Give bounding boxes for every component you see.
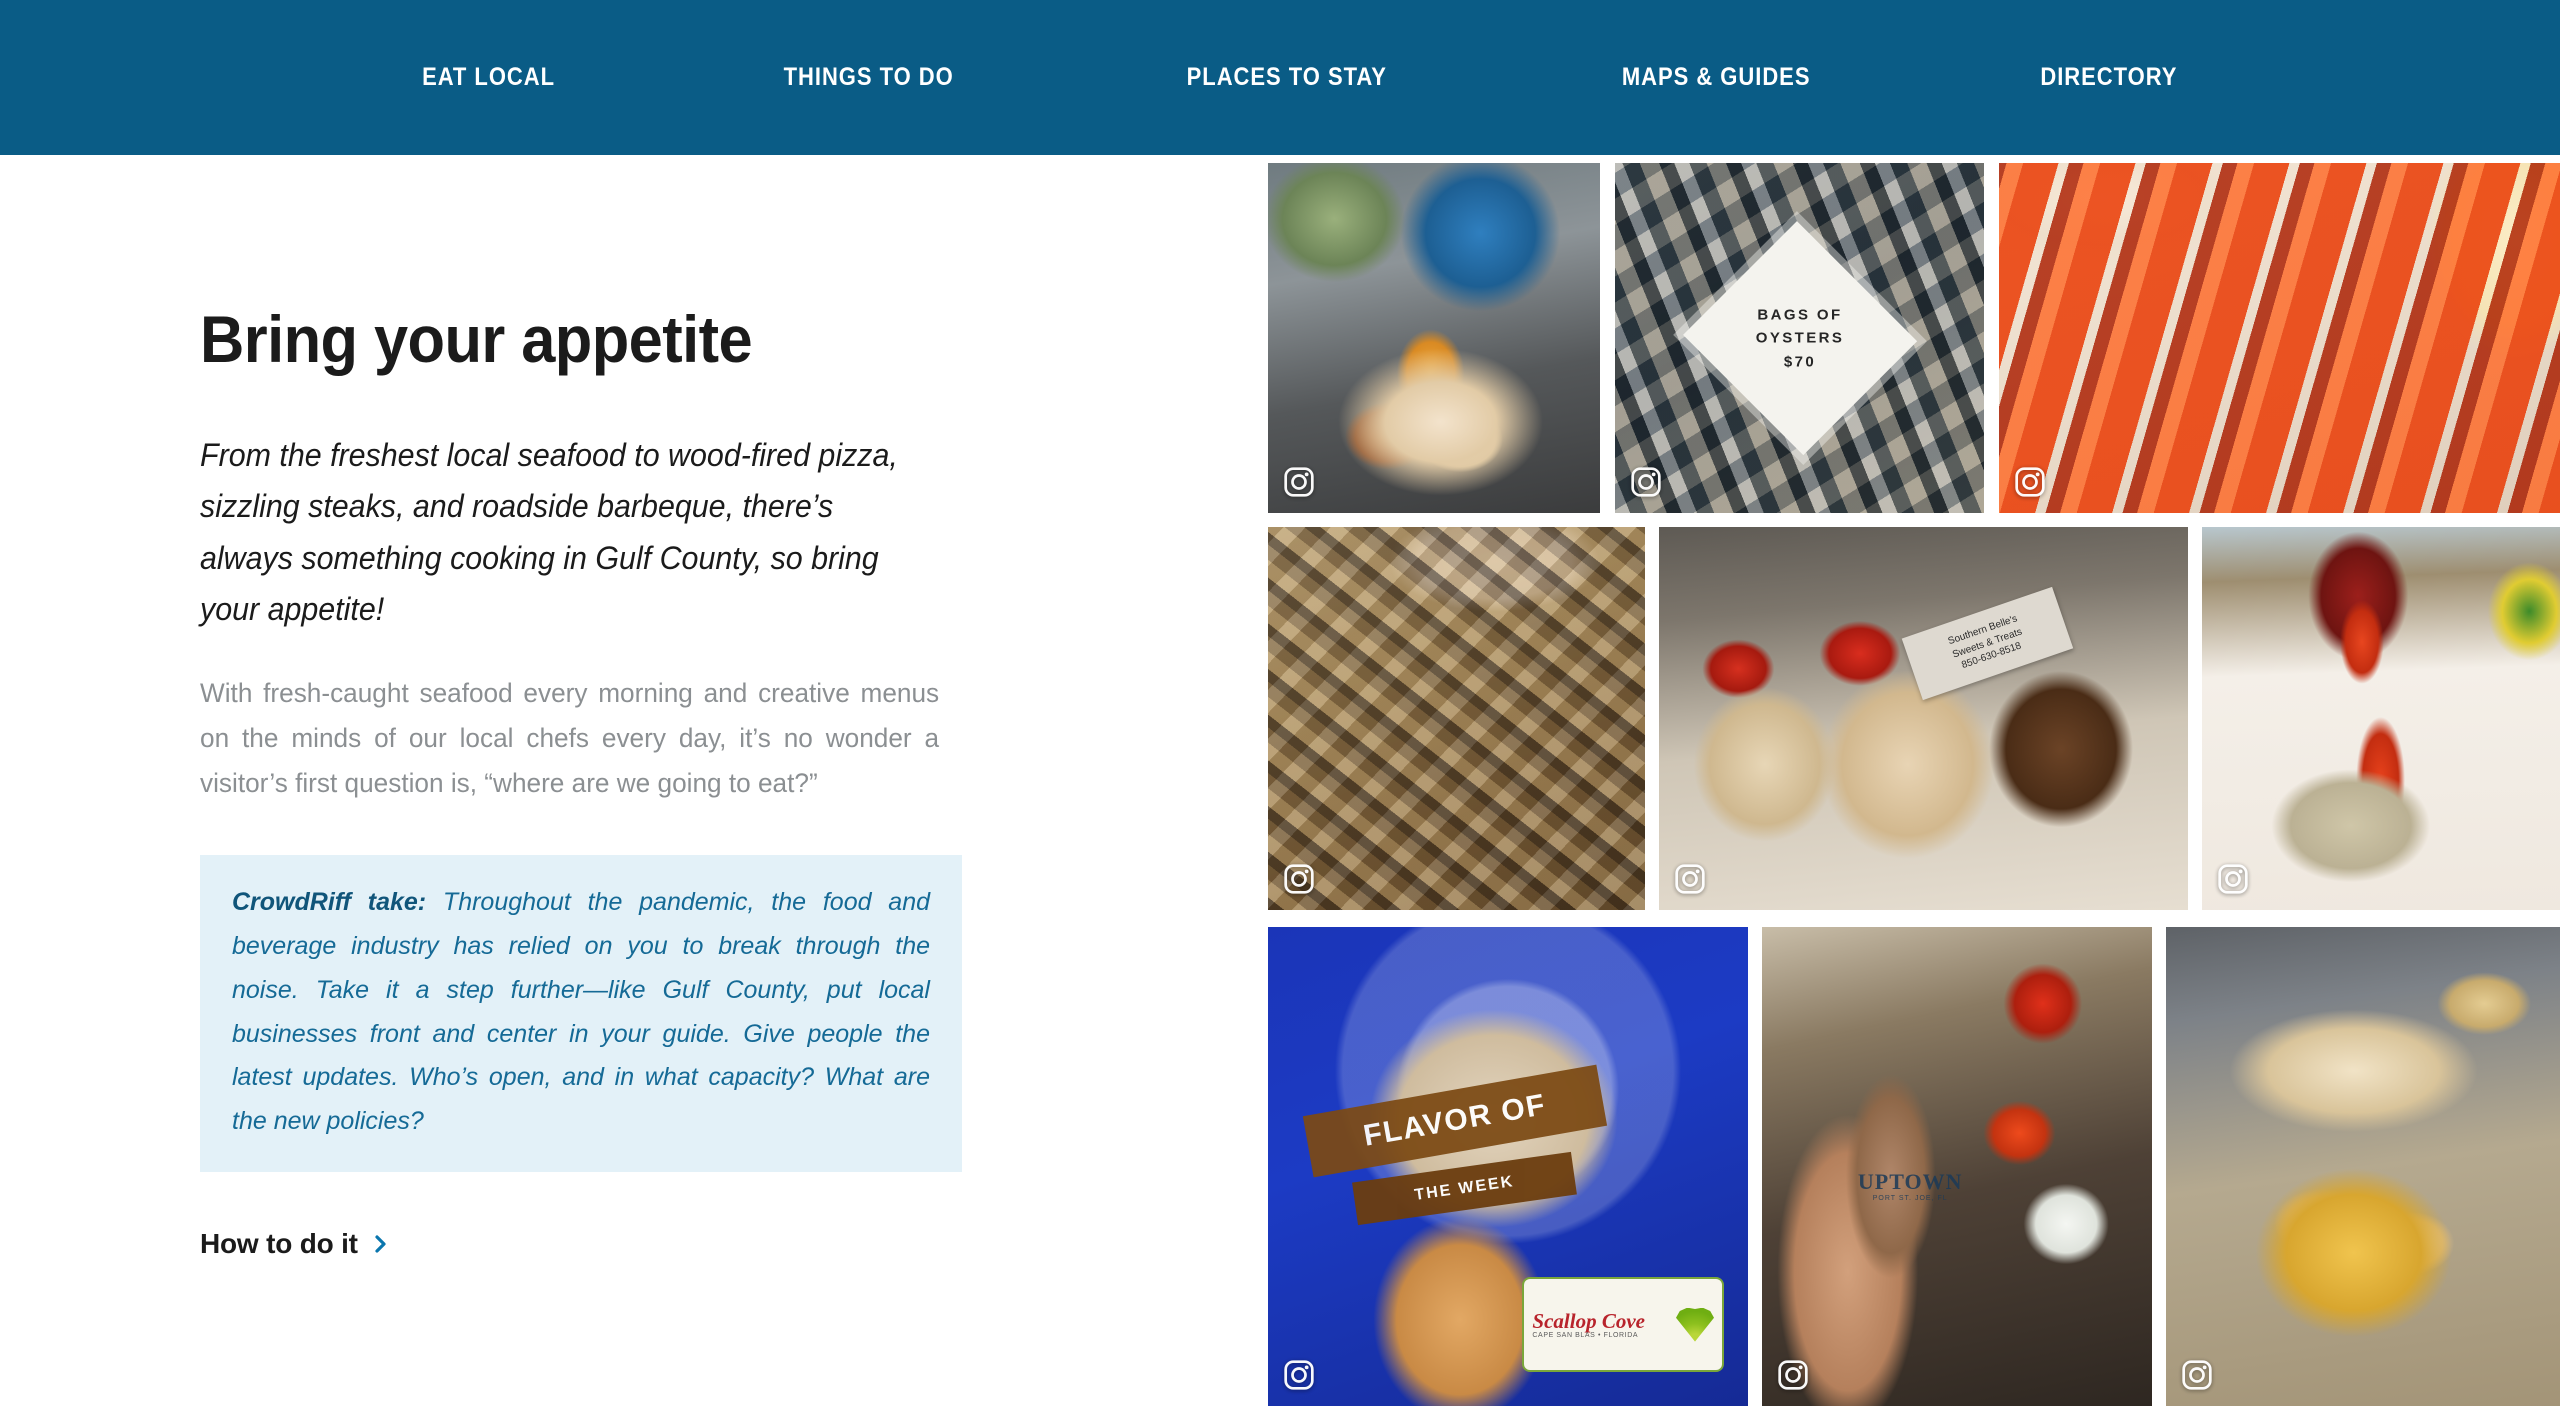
nav-item-places-to-stay[interactable]: PLACES TO STAY xyxy=(1187,65,1387,90)
photo-baked-oysters xyxy=(2166,927,2560,1406)
scallop-cove-logo-text: Scallop Cove CAPE SAN BLAS • FLORIDA xyxy=(1532,1308,1645,1339)
instagram-icon xyxy=(2216,862,2250,896)
page-title: Bring your appetite xyxy=(200,302,753,376)
nav-item-maps-guides[interactable]: MAPS & GUIDES xyxy=(1622,65,1811,90)
scallop-shell-icon xyxy=(1676,1307,1714,1342)
gallery-tile-ice-cream[interactable]: FLAVOR OF THE WEEK Scallop Cove CAPE SAN… xyxy=(1268,927,1748,1406)
chevron-right-icon xyxy=(372,1235,390,1253)
scallop-cove-sublabel: CAPE SAN BLAS • FLORIDA xyxy=(1532,1331,1639,1339)
nav-items-container: EAT LOCAL THINGS TO DO PLACES TO STAY MA… xyxy=(413,65,2187,90)
instagram-icon xyxy=(1282,465,1316,499)
photo-crab-legs xyxy=(1999,163,2560,513)
callout-text: Throughout the pandemic, the food and be… xyxy=(232,888,931,1136)
content-inner: Bring your appetite From the freshest lo… xyxy=(200,302,962,1260)
photo-table-setting xyxy=(2202,527,2560,910)
content-column: Bring your appetite From the freshest lo… xyxy=(0,155,1256,1414)
oysters-price-text: BAGS OF OYSTERS $70 xyxy=(1755,306,1844,370)
gallery-tile-desserts[interactable]: Southern Belle's Sweets & Treats 850-630… xyxy=(1659,527,2188,910)
instagram-icon xyxy=(2180,1358,2214,1392)
scallop-cove-logo: Scallop Cove CAPE SAN BLAS • FLORIDA xyxy=(1522,1276,1724,1373)
instagram-icon xyxy=(2013,465,2047,499)
dessert-card-text: Southern Belle's Sweets & Treats 850-630… xyxy=(1946,613,2024,672)
crowdriff-take-callout: CrowdRiff take: Throughout the pandemic,… xyxy=(200,855,962,1172)
photo-desserts xyxy=(1659,527,2188,910)
instagram-icon xyxy=(1673,862,1707,896)
how-to-do-it-label: How to do it xyxy=(200,1227,358,1259)
nav-item-things-to-do[interactable]: THINGS TO DO xyxy=(784,65,954,90)
instagram-icon xyxy=(1776,1358,1810,1392)
gallery-tile-table-setting[interactable] xyxy=(2202,527,2560,910)
gallery-tile-crab-legs[interactable] xyxy=(1999,163,2560,513)
nav-item-eat-local[interactable]: EAT LOCAL xyxy=(422,65,555,90)
instagram-photo-grid: BAGS OF OYSTERS $70 Southern Belle's Swe… xyxy=(1256,155,2560,1414)
uptown-logo: UPTOWN PORT ST. JOE, FL xyxy=(1840,1147,1980,1224)
main-navigation: EAT LOCAL THINGS TO DO PLACES TO STAY MA… xyxy=(0,0,2560,155)
gallery-tile-drink[interactable]: UPTOWN PORT ST. JOE, FL xyxy=(1762,927,2152,1406)
instagram-icon xyxy=(1629,465,1663,499)
callout-label: CrowdRiff take: xyxy=(232,888,427,917)
uptown-name: UPTOWN xyxy=(1857,1169,1963,1195)
callout-paragraph: CrowdRiff take: Throughout the pandemic,… xyxy=(232,881,930,1144)
how-to-do-it-link[interactable]: How to do it xyxy=(200,1228,390,1260)
scallop-cove-name: Scallop Cove xyxy=(1532,1308,1645,1333)
nav-item-directory[interactable]: DIRECTORY xyxy=(2041,65,2178,90)
instagram-icon xyxy=(1282,862,1316,896)
instagram-icon xyxy=(1282,1358,1316,1392)
photo-grilled-fish xyxy=(1268,527,1645,910)
gallery-tile-scallops[interactable] xyxy=(1268,163,1600,513)
lead-paragraph: From the freshest local seafood to wood-… xyxy=(200,437,898,627)
body-paragraph: With fresh-caught seafood every morning … xyxy=(200,678,940,798)
the-week-text: THE WEEK xyxy=(1413,1172,1516,1203)
gallery-tile-oysters[interactable]: BAGS OF OYSTERS $70 xyxy=(1615,163,1984,513)
gallery-tile-grilled-fish[interactable] xyxy=(1268,527,1645,910)
photo-scallops xyxy=(1268,163,1600,513)
gallery-tile-baked-oysters[interactable] xyxy=(2166,927,2560,1406)
uptown-location: PORT ST. JOE, FL xyxy=(1872,1195,1948,1203)
